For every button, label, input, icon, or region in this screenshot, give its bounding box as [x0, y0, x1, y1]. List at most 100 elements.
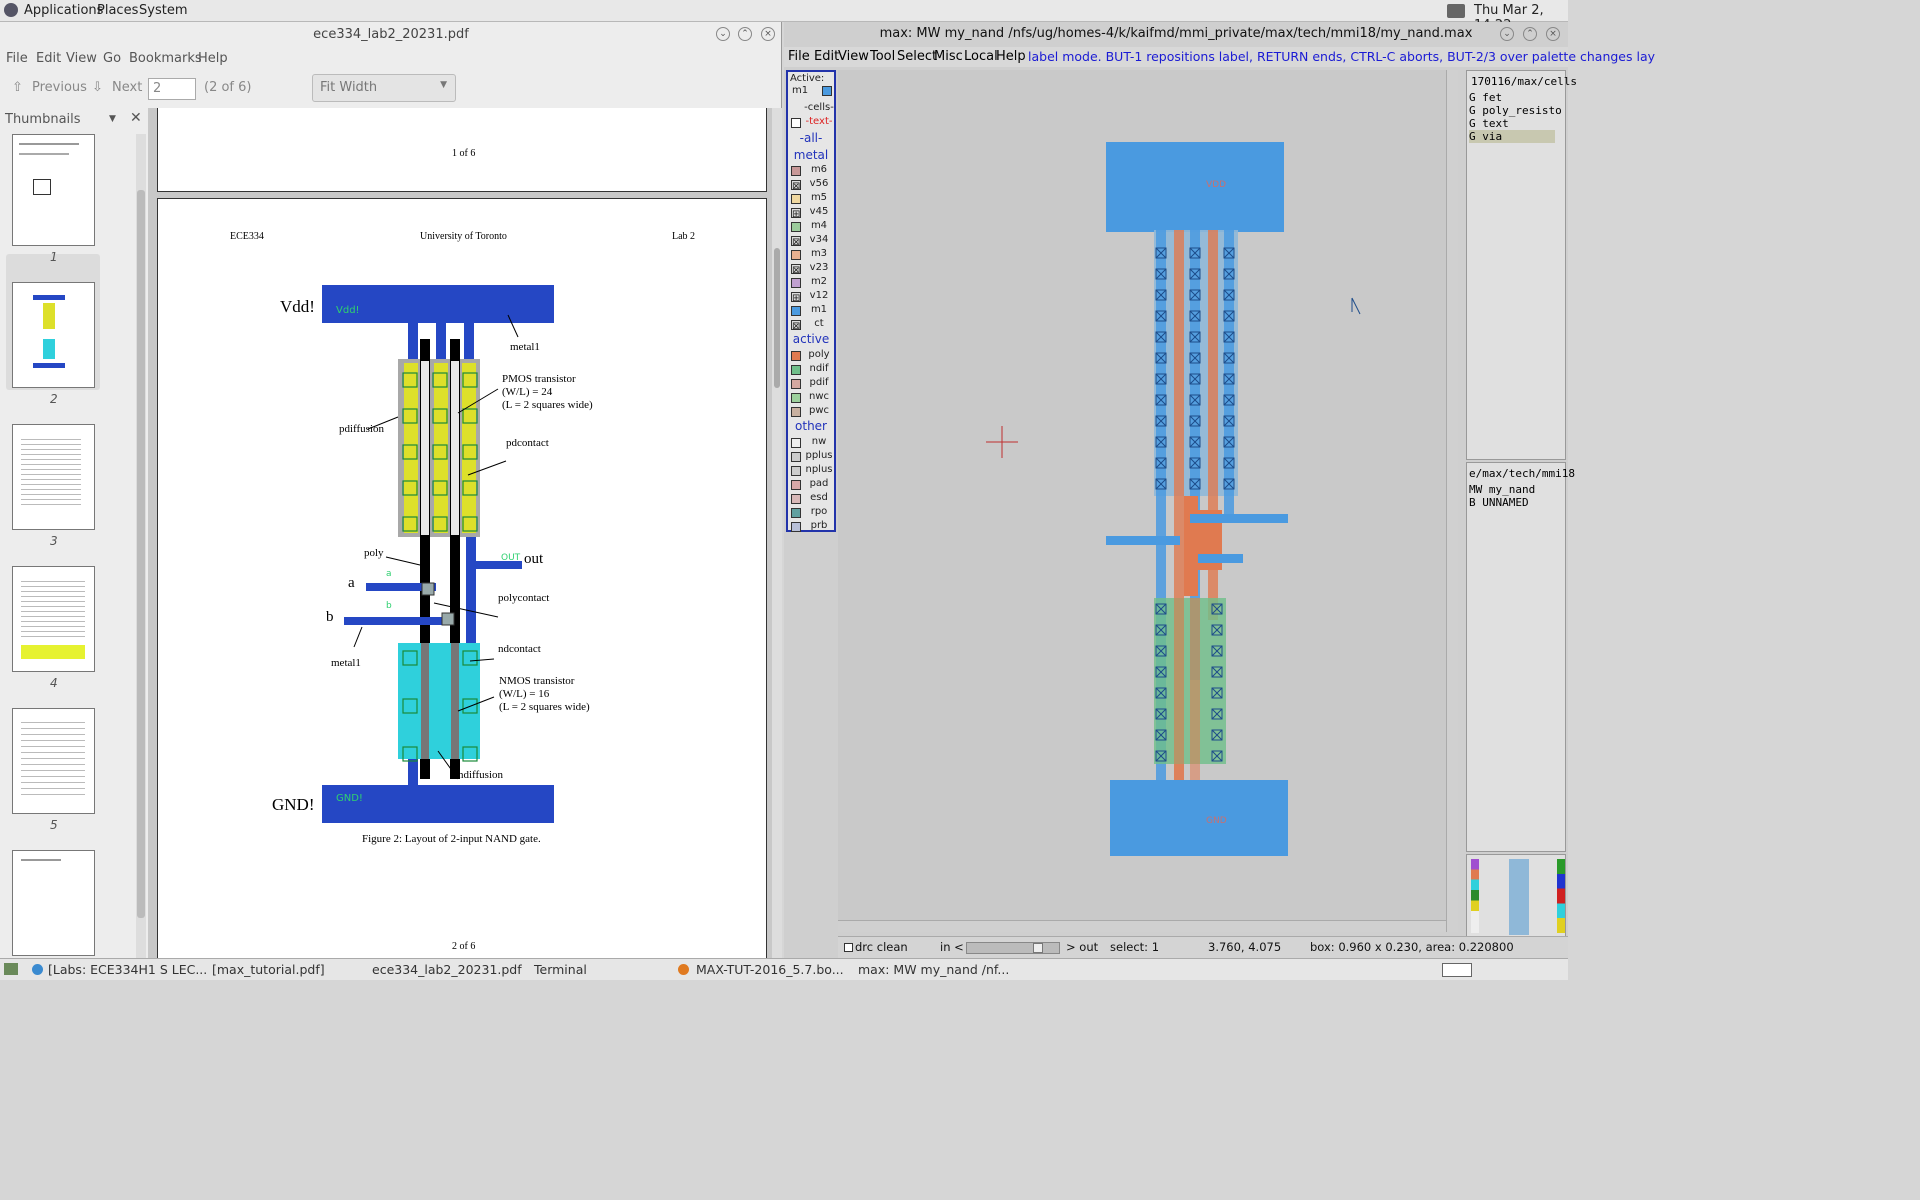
palette-pplus[interactable]: pplus: [788, 450, 834, 464]
palette-v34[interactable]: ⊠ v34: [788, 234, 834, 248]
canvas-vscroll[interactable]: [1446, 70, 1458, 932]
layout-canvas[interactable]: VDD GND: [838, 70, 1458, 932]
label-out-small: OUT: [501, 553, 521, 563]
task-terminal[interactable]: Terminal: [534, 962, 587, 977]
palette-m5[interactable]: m5: [788, 192, 834, 206]
page-number-input[interactable]: 2: [148, 78, 196, 100]
places-menu[interactable]: Places: [97, 3, 138, 18]
palette-v56[interactable]: ⊠ v56: [788, 178, 834, 192]
palette-nwc[interactable]: nwc: [788, 391, 834, 405]
max-menu-select[interactable]: Select: [897, 49, 937, 64]
sidebar-title[interactable]: Thumbnails: [5, 112, 81, 127]
max-menu-view[interactable]: View: [838, 49, 869, 64]
palette-metal[interactable]: metal: [788, 148, 834, 162]
palette-m1[interactable]: m1: [788, 304, 834, 318]
thumbnail-page-2[interactable]: [12, 282, 95, 388]
max-menu-help[interactable]: Help: [996, 49, 1026, 64]
lib-cell-text[interactable]: G text: [1469, 117, 1509, 130]
palette-active[interactable]: active: [788, 332, 834, 346]
system-menu[interactable]: System: [139, 3, 187, 18]
cell-layout-drawing: [986, 142, 1361, 856]
lib-cell-poly-resistor[interactable]: G poly_resisto: [1469, 104, 1562, 117]
menu-view[interactable]: View: [66, 51, 97, 66]
workspace-switcher-icon[interactable]: [1442, 963, 1472, 977]
show-desktop-icon[interactable]: [4, 963, 18, 975]
palette-pwc[interactable]: pwc: [788, 405, 834, 419]
palette-v23[interactable]: ⊠ v23: [788, 262, 834, 276]
palette-cells[interactable]: -cells-: [788, 102, 834, 116]
palette-m4[interactable]: m4: [788, 220, 834, 234]
volume-icon[interactable]: [1447, 4, 1465, 18]
max-menu-local[interactable]: Local: [964, 49, 998, 64]
palette-esd[interactable]: esd: [788, 492, 834, 506]
label-pmos-3: (L = 2 squares wide): [502, 399, 593, 411]
page-2-footer: 2 of 6: [452, 941, 476, 952]
thumbnail-page-4[interactable]: [12, 566, 95, 672]
zoom-out-button[interactable]: > out: [1066, 940, 1098, 954]
task-max-window[interactable]: max: MW my_nand /nf...: [858, 962, 1009, 977]
max-menu-misc[interactable]: Misc: [934, 49, 963, 64]
close-icon[interactable]: ×: [1546, 27, 1560, 41]
minimize-icon[interactable]: ⌄: [716, 27, 730, 41]
cell-my-nand[interactable]: MW my_nand: [1469, 483, 1535, 496]
maximize-icon[interactable]: ⌃: [1523, 27, 1537, 41]
menu-bookmarks[interactable]: Bookmarks: [129, 51, 202, 66]
label-pdiffusion: pdiffusion: [339, 423, 385, 435]
palette-prb[interactable]: prb: [788, 520, 834, 534]
palette-ndif[interactable]: ndif: [788, 363, 834, 377]
close-icon[interactable]: ×: [761, 27, 775, 41]
overview-map[interactable]: [1466, 854, 1566, 940]
cell-unnamed[interactable]: B UNNAMED: [1469, 496, 1529, 509]
palette-m6[interactable]: m6: [788, 164, 834, 178]
zoom-slider[interactable]: [966, 942, 1060, 954]
next-button[interactable]: Next: [112, 80, 142, 95]
applications-menu[interactable]: Applications: [24, 3, 103, 18]
thumbnail-page-3[interactable]: [12, 424, 95, 530]
canvas-hscroll[interactable]: [838, 920, 1446, 932]
palette-ct[interactable]: ⊠ ct: [788, 318, 834, 332]
document-scrollbar[interactable]: [772, 108, 782, 958]
max-menu-tool[interactable]: Tool: [870, 49, 895, 64]
previous-button[interactable]: Previous: [32, 80, 87, 95]
palette-other[interactable]: other: [788, 419, 834, 433]
lib-cell-fet[interactable]: G fet: [1469, 91, 1502, 104]
palette-nw[interactable]: nw: [788, 436, 834, 450]
minimize-icon[interactable]: ⌄: [1500, 27, 1514, 41]
maximize-icon[interactable]: ⌃: [738, 27, 752, 41]
gnome-foot-icon[interactable]: [4, 3, 18, 17]
palette-rpo[interactable]: rpo: [788, 506, 834, 520]
palette-m2[interactable]: m2: [788, 276, 834, 290]
thumbnail-page-1[interactable]: [12, 134, 95, 246]
task-labs[interactable]: [Labs: ECE334H1 S LEC...: [48, 962, 207, 977]
palette-m3[interactable]: m3: [788, 248, 834, 262]
menu-edit[interactable]: Edit: [36, 51, 61, 66]
max-menu-edit[interactable]: Edit: [814, 49, 839, 64]
thumbnail-scrollbar[interactable]: [136, 134, 146, 958]
thumbnail-page-5[interactable]: [12, 708, 95, 814]
palette-nplus[interactable]: nplus: [788, 464, 834, 478]
palette-v45[interactable]: ⊞ v45: [788, 206, 834, 220]
task-max-tutorial[interactable]: [max_tutorial.pdf]: [212, 962, 325, 977]
zoom-in-button[interactable]: in <: [940, 940, 964, 954]
palette-v12[interactable]: ⊞ v12: [788, 290, 834, 304]
menu-file[interactable]: File: [6, 51, 28, 66]
max-menu-file[interactable]: File: [788, 49, 810, 64]
palette-poly[interactable]: poly: [788, 349, 834, 363]
drc-checkbox[interactable]: [844, 943, 853, 952]
next-icon[interactable]: ⇩: [92, 80, 103, 95]
zoom-select[interactable]: Fit Width ▼: [312, 74, 456, 102]
palette-all[interactable]: -all-: [788, 131, 834, 145]
menu-help[interactable]: Help: [198, 51, 228, 66]
task-ece334-pdf[interactable]: ece334_lab2_20231.pdf: [372, 962, 522, 977]
thumbnail-page-6[interactable]: [12, 850, 95, 956]
task-max-tut[interactable]: MAX-TUT-2016_5.7.bo...: [696, 962, 844, 977]
zoom-value: Fit Width: [320, 80, 378, 95]
chevron-down-icon[interactable]: ▼: [109, 114, 116, 124]
menu-go[interactable]: Go: [103, 51, 121, 66]
lib-cell-via[interactable]: G via: [1469, 130, 1555, 143]
previous-icon[interactable]: ⇧: [12, 80, 23, 95]
palette-pad[interactable]: pad: [788, 478, 834, 492]
palette-text[interactable]: -text-: [788, 116, 834, 130]
palette-pdif[interactable]: pdif: [788, 377, 834, 391]
close-sidebar-icon[interactable]: ✕: [130, 110, 142, 126]
